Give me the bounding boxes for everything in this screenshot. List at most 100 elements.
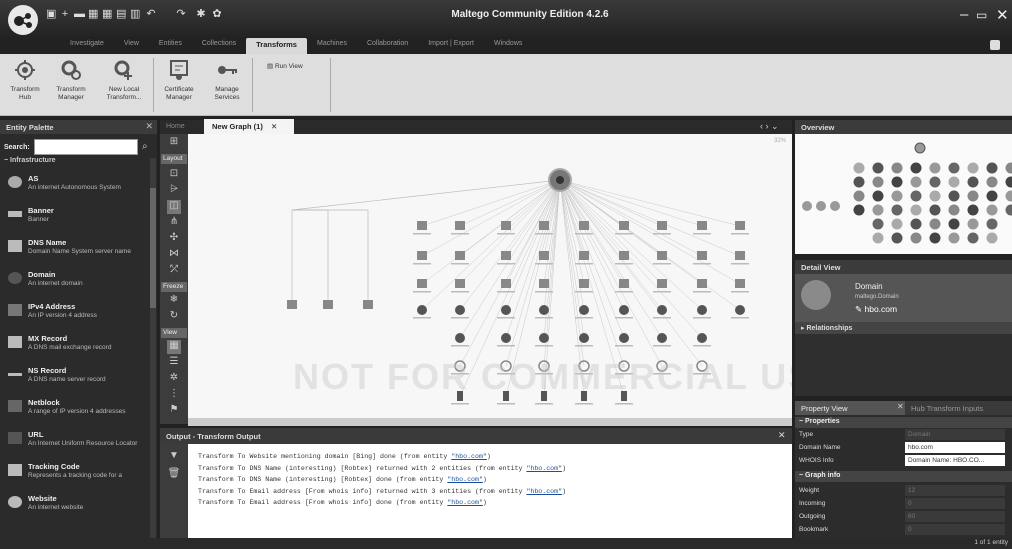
search-icon[interactable]: ⌕ <box>142 141 148 152</box>
graph-entity-node[interactable] <box>657 305 667 315</box>
graph-entity-node[interactable] <box>619 305 629 315</box>
tab-machines[interactable]: Machines <box>307 38 357 54</box>
open-folder-icon[interactable]: ▬ <box>74 9 85 20</box>
manage-services-button[interactable]: Manage Services <box>204 58 250 102</box>
graph-entity-node[interactable] <box>657 333 667 343</box>
properties-section[interactable]: − Properties <box>795 417 1012 428</box>
graph-entity-node[interactable] <box>579 251 589 260</box>
main-view-icon[interactable]: ▦ <box>167 340 181 354</box>
bubble-view-icon[interactable]: ✲ <box>167 372 181 386</box>
close-output-icon[interactable]: ✕ <box>778 430 786 441</box>
graph-entity-node[interactable] <box>735 305 745 315</box>
entity-list-icon[interactable]: ⋮ <box>167 388 181 402</box>
graph-entity-node[interactable] <box>579 221 589 230</box>
tab-new-graph[interactable]: New Graph (1) ✕ <box>204 119 294 135</box>
relationships-header[interactable]: ▸ Relationships <box>795 322 1012 334</box>
graph-entity-node[interactable] <box>697 251 707 260</box>
overview-minimap[interactable] <box>795 134 1012 254</box>
graph-entity-node[interactable] <box>417 305 427 315</box>
palette-item-website[interactable]: Website An internet website <box>0 488 152 520</box>
palette-item-domain[interactable]: Domain An internet domain <box>0 264 152 296</box>
entity-link[interactable]: "hbo.com" <box>526 488 562 495</box>
freeze-icon[interactable]: ❄ <box>167 294 181 308</box>
graph-entity-node[interactable] <box>323 300 333 309</box>
palette-item-ipv4[interactable]: IPv4 Address An IP version 4 address <box>0 296 152 328</box>
tab-view[interactable]: View <box>114 38 149 54</box>
tab-import-export[interactable]: Import | Export <box>418 38 484 54</box>
certificate-manager-button[interactable]: Certificate Manager <box>156 58 202 102</box>
graph-entity-node[interactable] <box>417 279 427 288</box>
graph-entity-node[interactable] <box>501 251 511 260</box>
block-layout-icon[interactable]: ⊡ <box>167 168 181 182</box>
graph-entity-node[interactable] <box>657 251 667 260</box>
graph-entity-node[interactable] <box>287 300 297 309</box>
entity-link[interactable]: "hbo.com" <box>526 465 562 472</box>
save-icon[interactable]: ▦ <box>88 9 98 20</box>
organic-layout-icon[interactable]: ✣ <box>167 232 181 246</box>
tab-home[interactable]: Home <box>166 123 185 130</box>
palette-item-url[interactable]: URL An Internet Uniform Resource Locator <box>0 424 152 456</box>
run-view-button[interactable]: ▤ Run View <box>267 62 303 70</box>
hierarchical-layout-icon[interactable]: ⩥ <box>167 184 181 198</box>
palette-item-banner[interactable]: Banner Banner <box>0 200 152 232</box>
maltego-logo-icon[interactable] <box>8 5 38 35</box>
graph-entity-node[interactable] <box>455 279 465 288</box>
redo-icon[interactable]: ↷ <box>176 9 186 20</box>
tab-investigate[interactable]: Investigate <box>60 38 114 54</box>
entity-link[interactable]: "hbo.com" <box>451 453 487 460</box>
tab-collaboration[interactable]: Collaboration <box>357 38 418 54</box>
help-icon[interactable] <box>990 40 1000 50</box>
graph-entity-node[interactable] <box>697 221 707 230</box>
transform-hub-button[interactable]: Transform Hub <box>2 58 48 102</box>
graph-entity-node[interactable] <box>363 300 373 309</box>
graph-entity-node[interactable] <box>455 221 465 230</box>
circular-layout-icon[interactable]: ◫ <box>167 200 181 214</box>
palette-scrollbar[interactable] <box>150 158 156 549</box>
graph-canvas[interactable]: 32% NOT FOR COMMERCIAL USE <box>188 134 792 424</box>
list-view-icon[interactable]: ☰ <box>167 356 181 370</box>
layout-icon[interactable]: ▥ <box>130 9 140 20</box>
palette-item-mx-record[interactable]: MX Record A DNS mail exchange record <box>0 328 152 360</box>
new-file-icon[interactable]: ▣ <box>46 9 56 20</box>
refresh-icon[interactable]: ↻ <box>167 310 181 324</box>
graph-info-section[interactable]: − Graph info <box>795 471 1012 482</box>
close-tab-icon[interactable]: ✕ <box>271 122 277 131</box>
graph-entity-node[interactable] <box>539 305 549 315</box>
gear-icon[interactable]: ✿ <box>212 9 222 20</box>
new-local-transform-button[interactable]: New Local Transform... <box>98 58 150 102</box>
palette-item-tracking-code[interactable]: Tracking Code Represents a tracking code … <box>0 456 152 488</box>
graph-entity-node[interactable] <box>619 221 629 230</box>
graph-entity-node[interactable] <box>539 251 549 260</box>
graph-entity-node[interactable] <box>501 305 511 315</box>
interactive-layout-icon[interactable]: ⋈ <box>167 248 181 262</box>
add-icon[interactable]: + <box>60 9 70 20</box>
fit-view-icon[interactable]: ⊞ <box>167 136 181 150</box>
graph-entity-node[interactable] <box>735 221 745 230</box>
entity-link[interactable]: "hbo.com" <box>447 499 483 506</box>
filter-icon[interactable]: ▼ <box>167 450 181 464</box>
undo-icon[interactable]: ↶ <box>146 9 156 20</box>
category-infrastructure[interactable]: − Infrastructure <box>4 157 56 164</box>
graph-entity-node[interactable] <box>579 305 589 315</box>
graph-entity-node[interactable] <box>501 333 511 343</box>
graph-entity-node[interactable] <box>455 333 465 343</box>
graph-entity-node[interactable] <box>501 279 511 288</box>
graph-entity-node[interactable] <box>619 279 629 288</box>
tab-entities[interactable]: Entities <box>149 38 192 54</box>
entity-value[interactable]: ✎ hbo.com <box>855 304 897 315</box>
close-icon[interactable]: ✕ <box>897 402 904 411</box>
trash-icon[interactable]: 🗑 <box>167 468 181 482</box>
graph-entity-node[interactable] <box>539 279 549 288</box>
graph-entity-node[interactable] <box>455 305 465 315</box>
tab-hub-transform-inputs[interactable]: Hub Transform Inputs <box>911 404 983 413</box>
minimize-button[interactable]: – <box>960 6 968 23</box>
shuffle-layout-icon[interactable]: ⤱ <box>167 264 181 278</box>
palette-item-ns-record[interactable]: NS Record A DNS name server record <box>0 360 152 392</box>
graph-entity-node[interactable] <box>539 333 549 343</box>
graph-entity-node[interactable] <box>455 251 465 260</box>
settings-star-icon[interactable]: ✱ <box>196 9 206 20</box>
palette-item-dns-name[interactable]: DNS Name Domain Name System server name <box>0 232 152 264</box>
graph-entity-node[interactable] <box>417 251 427 260</box>
print-icon[interactable]: ▤ <box>116 9 126 20</box>
tab-collections[interactable]: Collections <box>192 38 246 54</box>
